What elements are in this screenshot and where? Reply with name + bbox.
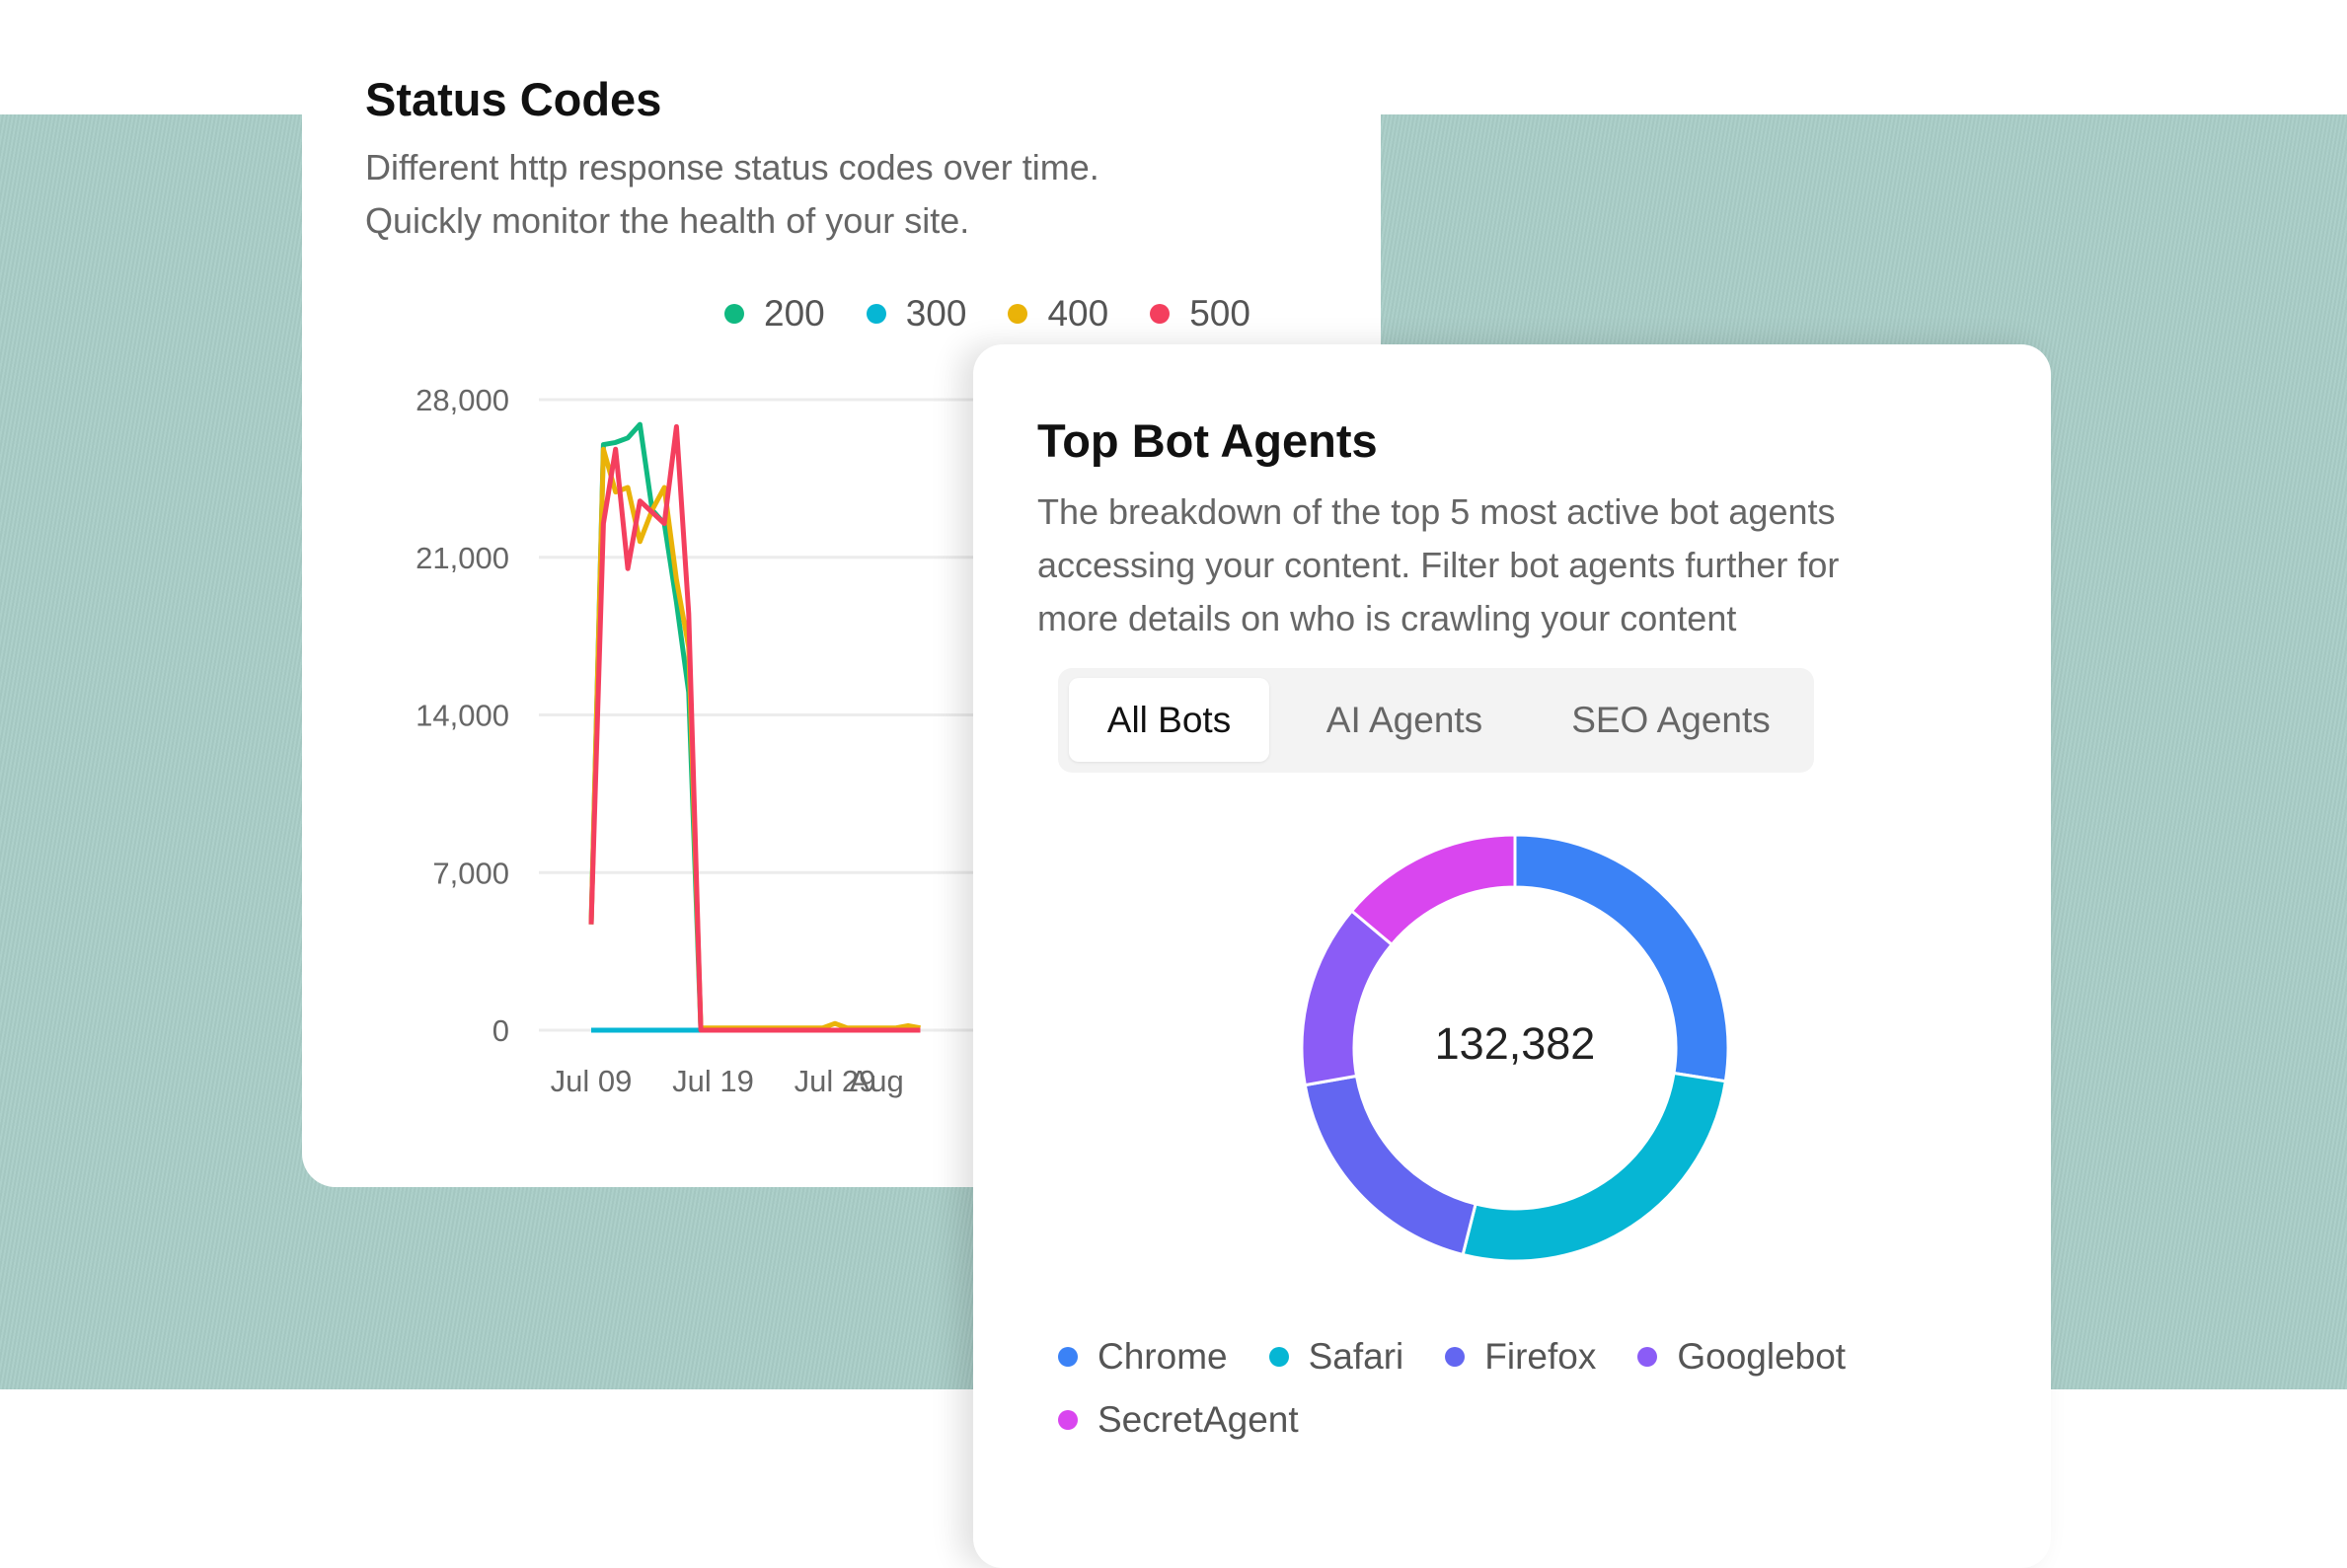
bot-donut-chart — [1300, 833, 1730, 1263]
series-line-500 — [588, 423, 921, 1033]
legend-item: Firefox — [1445, 1336, 1596, 1378]
x-tick-label: Jul 19 — [672, 1064, 754, 1098]
legend-dot-icon — [1637, 1347, 1658, 1367]
x-tick-label: Jul 09 — [551, 1064, 633, 1098]
y-tick-label: 7,000 — [432, 856, 509, 890]
legend-item: Chrome — [1058, 1336, 1228, 1378]
legend-label: Googlebot — [1677, 1336, 1847, 1377]
donut-slice-googlebot[interactable] — [1300, 909, 1395, 1087]
legend-label: Chrome — [1098, 1336, 1228, 1377]
legend-dot-icon — [1058, 1347, 1078, 1367]
top-bot-agents-card: Top Bot Agents The breakdown of the top … — [973, 344, 2051, 1568]
y-tick-label: 14,000 — [416, 699, 509, 733]
series-line-200 — [588, 421, 921, 1033]
series-line-400 — [588, 446, 921, 1031]
y-tick-label: 0 — [492, 1013, 509, 1048]
chart-legend: Chrome Safari Firefox Googlebot SecretAgent — [1058, 1336, 1946, 1441]
donut-slice-firefox[interactable] — [1303, 1074, 1477, 1257]
legend-label: Safari — [1308, 1336, 1404, 1377]
legend-item: SecretAgent — [1058, 1399, 1299, 1441]
y-tick-label: 21,000 — [416, 541, 509, 575]
legend-item: Safari — [1268, 1336, 1404, 1378]
donut-slice-secretagent[interactable] — [1349, 833, 1517, 947]
legend-dot-icon — [1268, 1347, 1289, 1367]
legend-label: SecretAgent — [1098, 1399, 1299, 1440]
donut-slice-safari[interactable] — [1461, 1071, 1728, 1263]
x-tick-label: Aug — [850, 1064, 904, 1098]
y-tick-label: 28,000 — [416, 383, 509, 417]
donut-total: 132,382 — [1434, 1018, 1596, 1069]
legend-item: Googlebot — [1637, 1336, 1846, 1378]
legend-label: Firefox — [1484, 1336, 1597, 1377]
legend-dot-icon — [1058, 1410, 1078, 1430]
legend-dot-icon — [1445, 1347, 1466, 1367]
